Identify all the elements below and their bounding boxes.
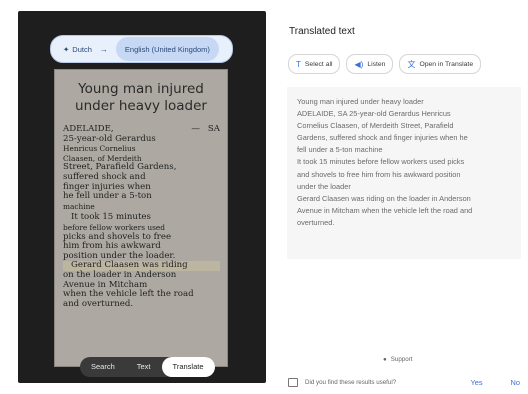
panel-title: Translated text <box>289 26 355 37</box>
feedback-yes-button[interactable]: Yes <box>470 378 482 387</box>
translation-line: and shovels to free him from his awkward… <box>297 169 461 179</box>
source-language-label: Dutch <box>72 44 92 54</box>
open-in-translate-button[interactable]: 文 Open in Translate <box>399 54 482 74</box>
article-line: he fell under a 5-ton <box>63 191 152 202</box>
open-in-translate-label: Open in Translate <box>419 60 474 68</box>
dateline-state: SA <box>207 124 220 134</box>
translation-line: It took 15 minutes before fellow workers… <box>297 157 465 167</box>
speaker-icon: ◀) <box>354 59 364 69</box>
feedback-question: Did you find these results useful? <box>305 379 397 386</box>
sparkle-icon: ✦ <box>63 44 70 54</box>
listen-button[interactable]: ◀) Listen <box>346 54 394 74</box>
article-line: It took 15 minutes <box>71 212 151 223</box>
article-line: Henricus Cornelius <box>63 144 136 154</box>
text-select-icon: T <box>296 59 301 69</box>
action-bar: T Select all ◀) Listen 文 Open in Transla… <box>288 54 482 74</box>
translation-line: Gerard Claasen was riding on the loader … <box>297 193 471 203</box>
select-all-button[interactable]: T Select all <box>288 54 341 74</box>
arrow-right-icon: → <box>99 44 108 54</box>
target-language-button[interactable]: English (United Kingdom) <box>115 37 219 61</box>
translation-line: overturned. <box>297 217 335 227</box>
translation-line: Young man injured under heavy loader <box>297 97 424 106</box>
translation-text[interactable]: Young man injured under heavy loader ADE… <box>287 87 521 229</box>
feedback-no-button[interactable]: No <box>511 378 520 387</box>
support-link[interactable]: ● Support <box>383 356 412 363</box>
support-dot-icon: ● <box>383 356 387 363</box>
target-language-label: English (United Kingdom) <box>124 44 210 54</box>
translation-line: under the loader <box>297 181 351 191</box>
source-language-button[interactable]: ✦ Dutch <box>51 45 92 54</box>
feedback-icon <box>288 378 298 387</box>
translation-card: Young man injured under heavy loader ADE… <box>287 87 521 259</box>
translation-line: Avenue in Mitcham when the vehicle left … <box>297 205 473 215</box>
article-headline: Young man injured under heavy loader <box>54 81 228 115</box>
newspaper-clipping-image: Young man injured under heavy loader ADE… <box>54 69 228 367</box>
translation-line: Gardens, suffered shock and finger injur… <box>297 133 468 143</box>
mode-translate-tab[interactable]: Translate <box>161 357 215 377</box>
article-body: ADELAIDE, — SA 25-year-old Gerardus Henr… <box>54 115 228 309</box>
article-line: machine <box>63 201 95 211</box>
mode-switcher: Search Text Translate <box>80 357 215 377</box>
select-all-label: Select all <box>304 60 333 68</box>
dateline-dash: — <box>191 124 200 134</box>
article-line: and overturned. <box>63 298 134 309</box>
camera-panel: ✦ Dutch → English (United Kingdom) Young… <box>18 11 266 383</box>
translation-line: Cornelius Claasen, of Merdeith Street, P… <box>297 121 454 131</box>
translation-line: fell under a 5-ton machine <box>297 145 383 155</box>
language-selector[interactable]: ✦ Dutch → English (United Kingdom) <box>50 35 233 63</box>
translate-icon: 文 <box>407 59 416 69</box>
headline-line-2: under heavy loader <box>75 98 207 114</box>
mode-text-tab[interactable]: Text <box>126 357 162 377</box>
headline-line-1: Young man injured <box>78 81 204 97</box>
listen-label: Listen <box>367 60 386 68</box>
feedback-bar: Did you find these results useful? Yes N… <box>288 378 520 387</box>
mode-search-tab[interactable]: Search <box>80 357 126 377</box>
translation-line: ADELAIDE, SA 25-year-old Gerardus Henric… <box>297 109 451 119</box>
article-line: 25-year-old Gerardus <box>63 133 156 144</box>
support-label: Support <box>390 356 413 363</box>
